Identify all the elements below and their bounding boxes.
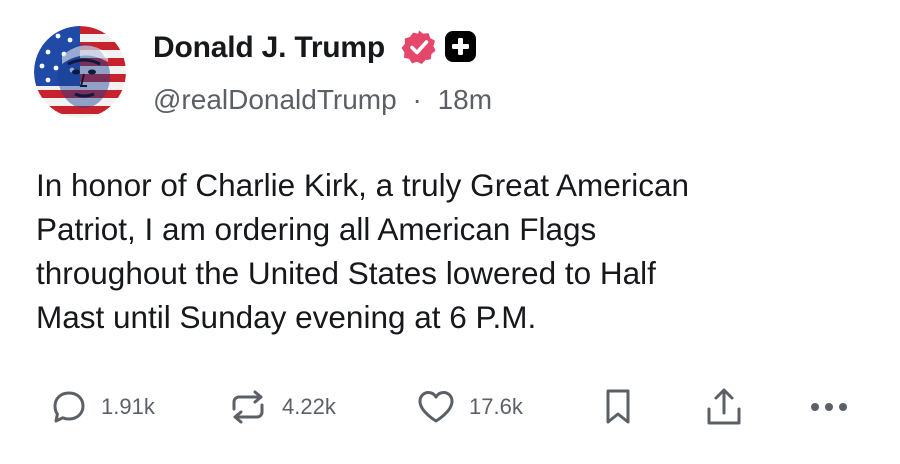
- heart-icon: [415, 387, 457, 427]
- verified-badge-icon: [401, 29, 437, 65]
- meta-separator: ·: [412, 84, 422, 115]
- like-count: 17.6k: [469, 394, 523, 419]
- bookmark-button[interactable]: [600, 382, 636, 432]
- repost-count: 4.22k: [282, 394, 336, 419]
- like-button[interactable]: 17.6k: [415, 382, 523, 432]
- more-dots-icon: [806, 397, 852, 417]
- post-timestamp[interactable]: 18m: [438, 84, 492, 115]
- author-display-name[interactable]: Donald J. Trump: [153, 30, 385, 66]
- author-handle[interactable]: @realDonaldTrump: [153, 84, 397, 115]
- reply-count: 1.91k: [101, 394, 155, 419]
- reply-button[interactable]: 1.91k: [49, 382, 155, 432]
- repost-button[interactable]: 4.22k: [226, 382, 336, 432]
- action-bar: 1.91k 4.22k 17.6k: [0, 382, 900, 432]
- plus-badge-icon: [445, 31, 476, 62]
- reply-bubble-icon: [49, 387, 89, 427]
- share-button[interactable]: [703, 382, 745, 432]
- more-options-button[interactable]: [806, 382, 852, 432]
- post-body-text: In honor of Charlie Kirk, a truly Great …: [36, 167, 690, 335]
- post-card: Donald J. Trump @realDonaldTrump · 18m I…: [0, 0, 900, 464]
- repost-arrows-icon: [226, 387, 270, 427]
- share-upload-icon: [703, 385, 745, 429]
- flag-portrait-avatar-icon: [34, 26, 126, 118]
- author-meta: @realDonaldTrump · 18m: [153, 83, 492, 117]
- bookmark-icon: [600, 386, 636, 428]
- author-avatar[interactable]: [34, 26, 126, 118]
